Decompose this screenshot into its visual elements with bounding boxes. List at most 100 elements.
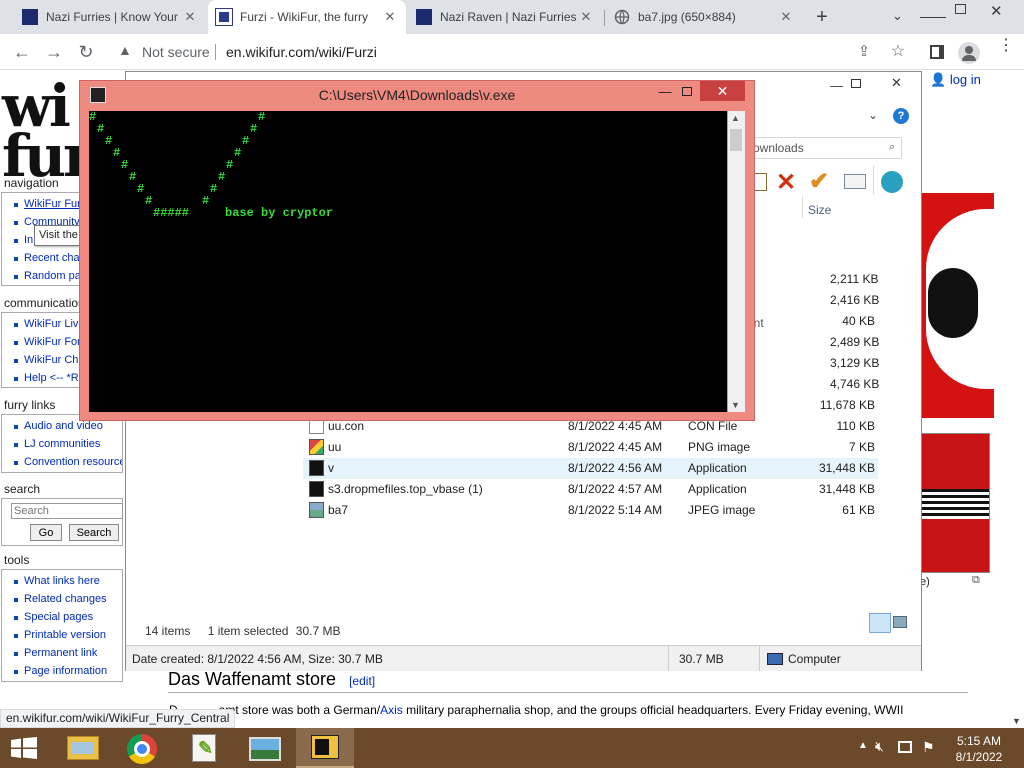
forward-arrow-icon[interactable]: → xyxy=(42,40,66,64)
explorer-search-box[interactable]: ownloads ⌕ xyxy=(746,137,902,159)
tab-search-icon[interactable]: ⌄ xyxy=(892,8,903,24)
close-icon[interactable]: ✕ xyxy=(778,9,794,25)
tab-strip: Nazi Furries | Know Your ✕ Furzi - WikiF… xyxy=(0,0,1024,34)
explorer-close-button[interactable]: ✕ xyxy=(875,75,918,93)
action-center-flag-icon[interactable]: ⚑ xyxy=(922,739,935,756)
volume-muted-icon[interactable]: 🔇︎ xyxy=(875,738,884,755)
clock-time: 5:15 AM xyxy=(956,734,1002,748)
furry-link-conventions[interactable]: Convention resources xyxy=(12,453,122,471)
console-close-button[interactable]: ✕ xyxy=(700,81,745,101)
tools-heading: tools xyxy=(4,553,30,567)
close-icon[interactable]: ✕ xyxy=(182,9,198,25)
furry-links-heading: furry links xyxy=(4,398,56,412)
console-scrollbar[interactable]: ▲ ▼ xyxy=(728,111,745,412)
restore-button[interactable] xyxy=(955,4,966,14)
share-icon[interactable]: ⇪ xyxy=(852,40,876,64)
tool-link-special[interactable]: Special pages xyxy=(12,608,122,626)
details-size: 30.7 MB xyxy=(679,652,724,666)
ribbon-expand-chevron-icon[interactable]: ⌄ xyxy=(868,108,878,122)
tab-title: Nazi Furries | Know Your xyxy=(46,10,178,24)
list-item[interactable]: ba7 8/1/2022 5:14 AM JPEG image 61 KB xyxy=(303,500,878,521)
bookmark-star-icon[interactable]: ☆ xyxy=(886,40,910,64)
tool-link-pageinfo[interactable]: Page information xyxy=(12,662,122,680)
list-item[interactable]: uu 8/1/2022 4:45 AM PNG image 7 KB xyxy=(303,437,878,458)
tab-title: ba7.jpg (650×884) xyxy=(638,10,736,24)
reload-icon[interactable]: ↻ xyxy=(74,40,98,64)
show-hidden-icons-arrow[interactable]: ▲ xyxy=(858,740,868,751)
notepadpp-taskbar-button[interactable]: ✎ xyxy=(176,728,234,768)
search-button[interactable]: Search xyxy=(69,524,119,541)
file-explorer-taskbar-button[interactable] xyxy=(54,728,112,768)
network-tray-icon[interactable] xyxy=(898,741,912,753)
new-tab-button[interactable]: + xyxy=(810,5,834,29)
console-taskbar-button[interactable] xyxy=(296,728,354,768)
security-label[interactable]: Not secure xyxy=(142,44,210,60)
close-window-button[interactable]: ✕ xyxy=(990,2,1003,20)
scroll-down-arrow-icon[interactable]: ▼ xyxy=(1012,716,1021,726)
status-url-bubble: en.wikifur.com/wiki/WikiFur_Furry_Centra… xyxy=(0,709,236,728)
search-icon: ⌕ xyxy=(888,141,895,153)
details-view-icon[interactable] xyxy=(869,613,891,633)
network-icon[interactable] xyxy=(881,171,903,193)
console-output[interactable]: # # # # # # # # # # # # # # # # ##### ba… xyxy=(89,111,727,412)
list-item-selected[interactable]: v 8/1/2022 4:56 AM Application 31,448 KB xyxy=(303,458,878,479)
url-text[interactable]: en.wikifur.com/wiki/Furzi xyxy=(226,44,377,60)
help-icon[interactable]: ? xyxy=(893,108,909,124)
close-icon[interactable]: ✕ xyxy=(578,9,594,25)
console-minimize-button[interactable]: — xyxy=(655,84,675,99)
console-titlebar[interactable]: C:\Users\VM4\Downloads\v.exe — ✕ xyxy=(80,81,754,109)
edit-link[interactable]: [edit] xyxy=(349,674,375,688)
details-bar: Date created: 8/1/2022 4:56 AM, Size: 30… xyxy=(126,645,921,671)
location-text: Computer xyxy=(788,652,841,666)
console-maximize-button[interactable] xyxy=(682,87,692,96)
large-icons-view-icon[interactable] xyxy=(893,616,907,628)
go-button[interactable]: Go xyxy=(30,524,62,541)
console-banner: base by cryptor xyxy=(225,206,334,220)
article-paragraph: Damt store was both a German/Axis milita… xyxy=(169,703,904,717)
search-input[interactable] xyxy=(11,503,123,519)
menu-kebab-icon[interactable]: ⋮ xyxy=(998,38,1014,54)
tool-link-permanent[interactable]: Permanent link xyxy=(12,644,122,662)
delete-icon[interactable]: ✕ xyxy=(776,168,796,197)
select-check-icon[interactable]: ✔ xyxy=(809,167,829,196)
side-panel-icon[interactable] xyxy=(930,45,944,59)
tool-link-printable[interactable]: Printable version xyxy=(12,626,122,644)
search-portlet: Go Search xyxy=(1,498,123,546)
close-icon[interactable]: ✕ xyxy=(382,9,398,25)
tool-link-whatlinks[interactable]: What links here xyxy=(12,572,122,590)
tab-nazi-furries[interactable]: Nazi Furries | Know Your ✕ xyxy=(14,0,206,34)
list-item[interactable]: s3.dropmefiles.top_vbase (1) 8/1/2022 4:… xyxy=(303,479,878,500)
profile-avatar-icon[interactable] xyxy=(958,42,980,64)
communication-heading: communication xyxy=(4,296,85,310)
status-item-count: 14 items 1 item selected 30.7 MB xyxy=(145,624,341,638)
wikifur-logo[interactable]: wi fur xyxy=(2,77,94,185)
tab-title: Nazi Raven | Nazi Furries xyxy=(440,10,577,24)
clock[interactable]: 5:15 AM 8/1/2022 xyxy=(948,733,1010,765)
enlarge-icon[interactable]: ⧉ xyxy=(972,574,980,587)
minimize-button[interactable] xyxy=(920,0,946,18)
console-window: C:\Users\VM4\Downloads\v.exe — ✕ # # # #… xyxy=(79,80,755,421)
paste-icon[interactable] xyxy=(753,173,767,191)
computer-icon xyxy=(767,653,783,665)
wikifur-favicon-icon xyxy=(215,8,233,26)
furry-links-portlet: Audio and video LJ communities Conventio… xyxy=(1,414,123,473)
axis-link[interactable]: Axis xyxy=(380,703,403,717)
address-bar[interactable]: ▲ Not secure en.wikifur.com/wiki/Furzi xyxy=(108,38,913,66)
scroll-thumb[interactable] xyxy=(730,129,742,151)
explorer-maximize-button[interactable] xyxy=(851,79,861,88)
furry-link-lj[interactable]: LJ communities xyxy=(12,435,122,453)
chrome-taskbar-button[interactable] xyxy=(114,728,172,768)
photos-taskbar-button[interactable] xyxy=(236,728,294,768)
tab-furzi[interactable]: Furzi - WikiFur, the furry ✕ xyxy=(208,0,406,34)
tab-nazi-raven[interactable]: Nazi Raven | Nazi Furries ✕ xyxy=(408,0,602,34)
properties-icon[interactable] xyxy=(844,174,866,189)
back-arrow-icon[interactable]: ← xyxy=(10,40,34,64)
login-link[interactable]: 👤 log in xyxy=(930,72,981,88)
windows-start-icon[interactable] xyxy=(10,737,38,759)
tool-link-related[interactable]: Related changes xyxy=(12,590,122,608)
tab-ba7-jpg[interactable]: ba7.jpg (650×884) ✕ xyxy=(606,0,802,34)
kym-favicon-icon xyxy=(22,9,38,25)
warning-icon[interactable]: ▲ xyxy=(118,42,132,58)
explorer-minimize-button[interactable]: — xyxy=(830,78,843,93)
size-column-header[interactable]: Size xyxy=(808,203,831,217)
